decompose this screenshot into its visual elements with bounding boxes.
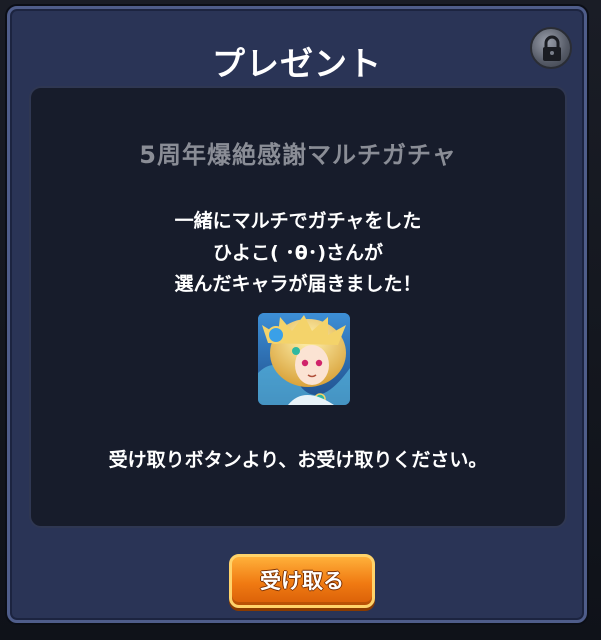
background-text-bottom (60, 628, 540, 640)
dialog-title: プレゼント (212, 44, 382, 83)
message-panel: 5周年爆絶感謝マルチガチャ 一緒にマルチでガチャをした ひよこ( ･θ･)さんが… (29, 86, 567, 528)
instruction-text: 受け取りボタンより、お受け取りください。 (108, 449, 488, 471)
lock-icon[interactable] (530, 27, 572, 69)
message-line-1: 一緒にマルチでガチャをした (174, 210, 422, 232)
screen: プレゼント 5周年爆絶感謝マルチガチャ 一緒にマルチでガチャをした ひよこ( ･… (0, 0, 601, 640)
present-dialog: プレゼント 5周年爆絶感謝マルチガチャ 一緒にマルチでガチャをした ひよこ( ･… (7, 6, 587, 623)
message-line-3: 選んだキャラが届きました！ (174, 273, 422, 295)
gacha-title: 5周年爆絶感謝マルチガチャ (139, 141, 457, 169)
receive-button[interactable]: 受け取る (229, 554, 375, 608)
message-line-2: ひよこ( ･θ･)さんが (212, 242, 384, 264)
character-portrait-icon (258, 313, 350, 405)
